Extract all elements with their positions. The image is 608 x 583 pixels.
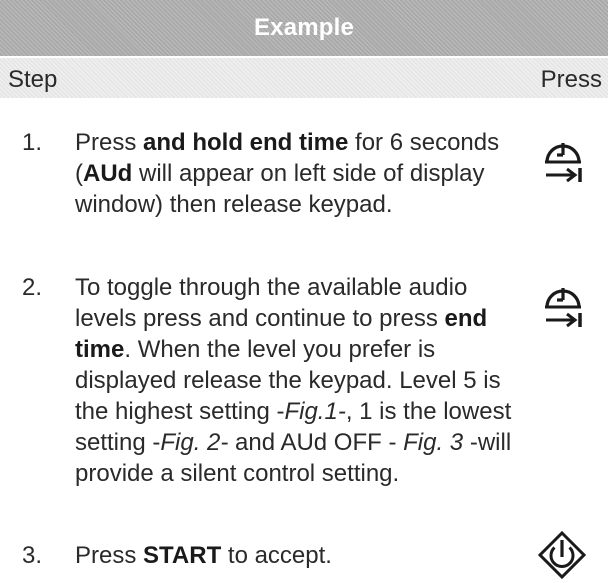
step-number: 1. (22, 129, 43, 156)
step-column-header: Step (8, 66, 58, 93)
table-title: Example (253, 14, 355, 41)
step-description: To toggle through the available audio le… (75, 274, 512, 487)
table-header: Step Press (0, 58, 608, 98)
end-time-icon (545, 288, 582, 328)
step-description: Press and hold end time for 6 seconds (A… (75, 129, 500, 218)
step-number: 2. (22, 274, 43, 301)
press-column-header: Press (540, 66, 602, 93)
title-bar: Example (0, 0, 608, 56)
step-description: Press START to accept. (75, 542, 332, 569)
step-number: 3. (22, 542, 43, 569)
end-time-icon (545, 143, 582, 183)
start-icon (537, 530, 587, 580)
